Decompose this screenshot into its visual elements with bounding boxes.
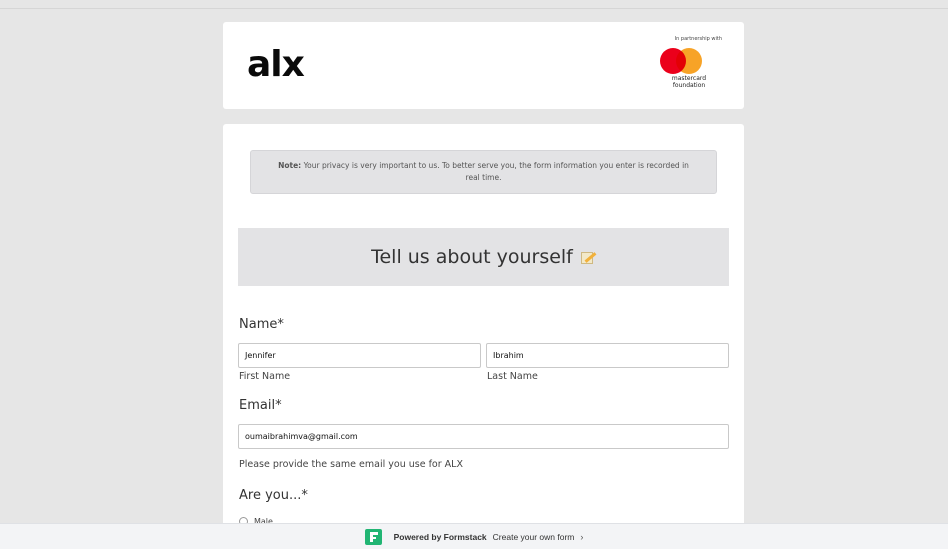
privacy-note-text: Your privacy is very important to us. To… xyxy=(301,161,689,182)
privacy-note-bold: Note: xyxy=(278,161,302,170)
email-input[interactable]: oumaibrahimva@gmail.com xyxy=(238,424,729,449)
first-name-sublabel: First Name xyxy=(239,371,291,382)
partner-branding: In partnership with mastercard foundatio… xyxy=(642,36,722,89)
email-label: Email* xyxy=(239,398,282,413)
section-heading: Tell us about yourself xyxy=(238,228,729,286)
form-header: alx In partnership with mastercard found… xyxy=(223,22,744,109)
create-form-link[interactable]: Create your own form xyxy=(493,532,575,542)
mastercard-logo-icon xyxy=(660,48,704,74)
form-body: Note: Your privacy is very important to … xyxy=(223,124,744,549)
section-title: Tell us about yourself xyxy=(371,246,573,268)
gender-label: Are you...* xyxy=(239,488,308,503)
window-top-divider xyxy=(0,8,948,9)
powered-by-text: Powered by Formstack xyxy=(393,531,487,542)
formstack-footer: Powered by Formstack Create your own for… xyxy=(0,523,948,549)
partner-label: In partnership with xyxy=(674,36,722,42)
formstack-logo-icon xyxy=(364,528,382,545)
name-label: Name* xyxy=(239,317,284,332)
last-name-input[interactable]: Ibrahim xyxy=(486,343,729,368)
memo-icon xyxy=(580,250,597,265)
partner-name-line2: foundation xyxy=(672,81,706,89)
first-name-input[interactable]: Jennifer xyxy=(238,343,481,368)
email-help-text: Please provide the same email you use fo… xyxy=(239,459,463,470)
chevron-right-icon: › xyxy=(580,531,584,542)
privacy-note: Note: Your privacy is very important to … xyxy=(250,150,717,194)
alx-logo: alx xyxy=(247,44,305,85)
last-name-sublabel: Last Name xyxy=(487,371,538,382)
